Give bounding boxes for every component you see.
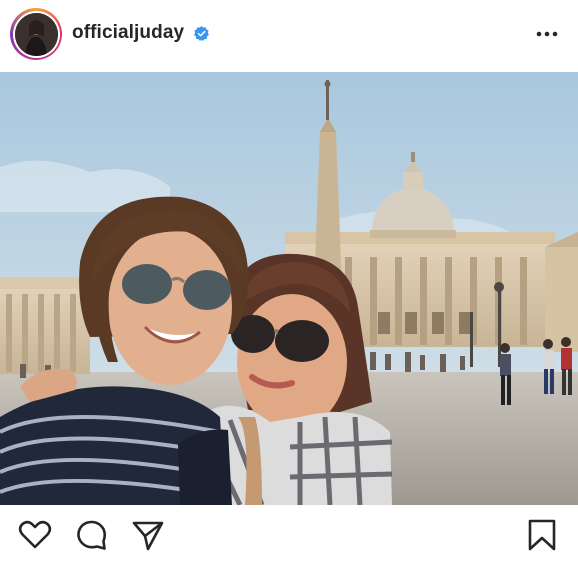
more-options-icon[interactable] xyxy=(536,24,558,44)
send-icon[interactable] xyxy=(131,518,165,552)
comment-icon[interactable] xyxy=(75,518,109,552)
verified-badge-icon xyxy=(194,26,209,41)
post-header: officialjuday xyxy=(0,0,578,70)
profile-avatar[interactable] xyxy=(10,8,62,60)
post-photo[interactable] xyxy=(0,72,578,505)
avatar-image xyxy=(14,12,58,56)
selfie-st-peters-square-image xyxy=(0,72,578,505)
heart-icon[interactable] xyxy=(18,518,52,552)
bookmark-icon[interactable] xyxy=(525,518,559,552)
username-link[interactable]: officialjuday xyxy=(72,22,184,44)
